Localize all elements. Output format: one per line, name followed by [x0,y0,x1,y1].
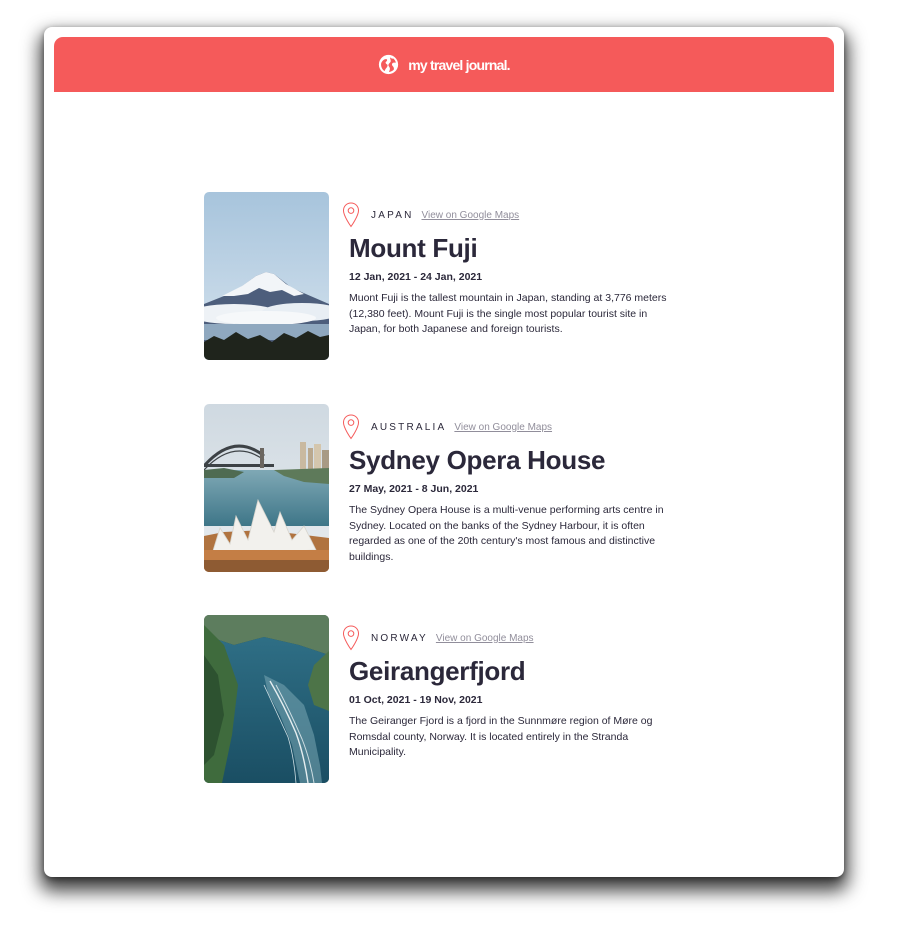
entry-country: NORWAY [371,632,428,644]
journal-entry: NORWAY View on Google Maps Geirangerfjor… [204,615,684,827]
app-window: my travel journal. JAPAN View on Google … [44,27,844,877]
google-maps-link[interactable]: View on Google Maps [454,422,552,433]
entry-description: Muont Fuji is the tallest mountain in Ja… [349,292,667,335]
entry-dates: 12 Jan, 2021 - 24 Jan, 2021 [349,271,483,283]
journal-entry: JAPAN View on Google Maps Mount Fuji 12 … [204,192,684,404]
entry-info: AUSTRALIA View on Google Maps Sydney Ope… [342,414,682,565]
google-maps-link[interactable]: View on Google Maps [436,633,534,644]
entry-description: The Geiranger Fjord is a fjord in the Su… [349,715,653,758]
app-title: my travel journal. [408,56,510,73]
entry-photo [204,615,329,783]
entry-info: NORWAY View on Google Maps Geirangerfjor… [342,625,682,761]
globe-icon [379,54,399,75]
entry-dates: 27 May, 2021 - 8 Jun, 2021 [349,483,479,495]
entry-photo [204,192,329,360]
location-row: JAPAN View on Google Maps [342,202,682,228]
app-header: my travel journal. [54,37,834,92]
entry-title: Mount Fuji [349,233,478,263]
entry-dates: 01 Oct, 2021 - 19 Nov, 2021 [349,694,483,706]
entry-title: Sydney Opera House [349,445,606,475]
location-pin-icon [342,414,360,440]
google-maps-link[interactable]: View on Google Maps [422,210,520,221]
entry-photo [204,404,329,572]
journal-entry: AUSTRALIA View on Google Maps Sydney Ope… [204,404,684,615]
location-row: AUSTRALIA View on Google Maps [342,414,682,440]
entry-info: JAPAN View on Google Maps Mount Fuji 12 … [342,202,682,338]
entry-country: AUSTRALIA [371,421,447,433]
location-row: NORWAY View on Google Maps [342,625,682,651]
location-pin-icon [342,202,360,228]
entry-title: Geirangerfjord [349,656,526,686]
journal-entries: JAPAN View on Google Maps Mount Fuji 12 … [204,192,684,827]
entry-country: JAPAN [371,209,414,221]
entry-description: The Sydney Opera House is a multi-venue … [349,504,664,563]
location-pin-icon [342,625,360,651]
